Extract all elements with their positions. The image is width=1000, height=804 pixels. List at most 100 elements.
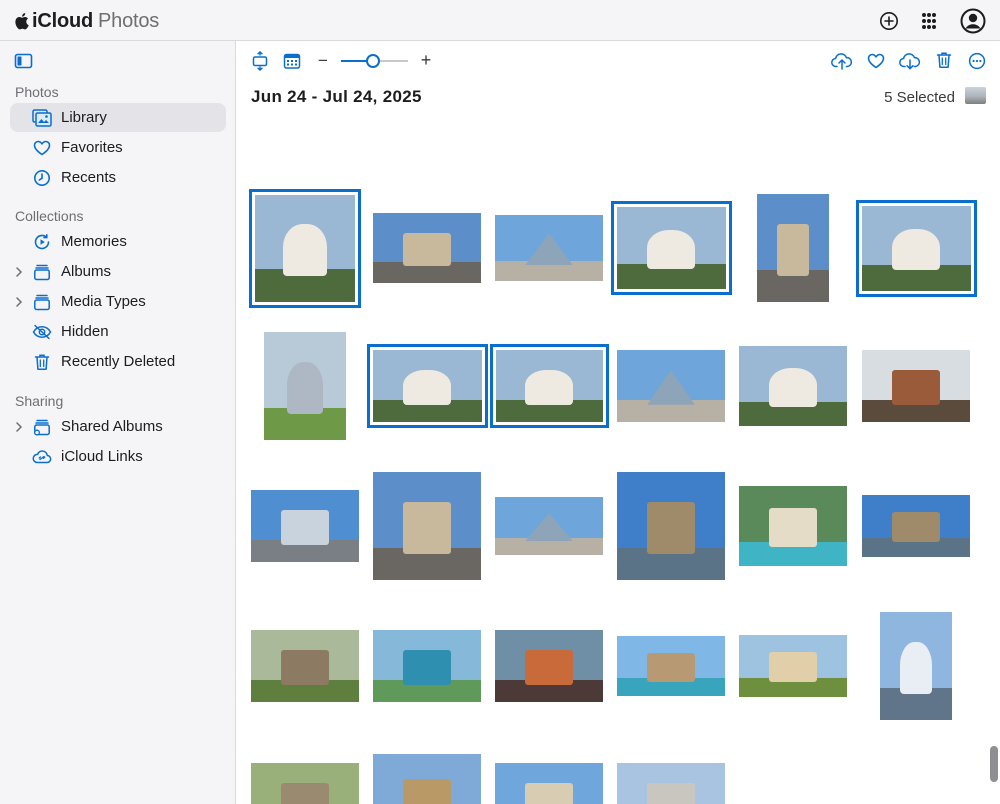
- section-photos-title: Photos: [15, 84, 59, 100]
- aspect-icon: [252, 51, 268, 71]
- chevron-right-icon[interactable]: [14, 265, 24, 277]
- sidebar-item-label: Shared Albums: [61, 418, 163, 435]
- section-sharing-title: Sharing: [15, 393, 64, 409]
- sidebar-item-label: Library: [61, 109, 107, 126]
- photo-thumbnail[interactable]: [373, 754, 481, 804]
- photo-thumbnail[interactable]: [757, 194, 829, 302]
- albums-icon: [32, 262, 52, 282]
- photo-thumbnail[interactable]: [617, 636, 725, 696]
- photo-subject: [283, 224, 327, 276]
- selected-preview-thumbnail[interactable]: [965, 87, 986, 104]
- app-grid-icon: [922, 13, 936, 29]
- app-launcher-button[interactable]: [918, 8, 944, 34]
- photo-subject: [769, 508, 817, 547]
- sidebar-item-media-types[interactable]: Media Types: [10, 287, 226, 316]
- photo-thumbnail[interactable]: [880, 612, 952, 720]
- sidebar-toggle-button[interactable]: [14, 53, 34, 69]
- media-types-icon: [32, 292, 52, 312]
- photo-thumbnail[interactable]: [617, 472, 725, 580]
- photo-thumbnail[interactable]: [373, 472, 481, 580]
- sidebar-item-favorites[interactable]: Favorites: [10, 133, 226, 162]
- sidebar-item-label: Recently Deleted: [61, 353, 176, 370]
- zoom-in-button[interactable]: +: [419, 50, 433, 70]
- library-icon: [32, 108, 52, 128]
- photo-subject: [892, 512, 940, 543]
- photo-subject: [525, 650, 573, 685]
- photo-thumbnail[interactable]: [617, 350, 725, 422]
- photo-thumbnail[interactable]: [264, 332, 346, 440]
- photo-thumbnail[interactable]: [251, 490, 359, 562]
- memories-icon: [32, 232, 52, 252]
- favorite-icon: [867, 53, 885, 69]
- photo-thumbnail[interactable]: [739, 635, 847, 697]
- sidebar-item-icloud-links[interactable]: iCloud Links: [10, 442, 226, 471]
- sidebar-item-label: Recents: [61, 169, 117, 186]
- zoom-slider-thumb[interactable]: [366, 54, 381, 68]
- calendar-button[interactable]: [282, 51, 302, 71]
- photo-subject: [900, 642, 932, 695]
- more-button[interactable]: [967, 51, 987, 71]
- sidebar-item-shared-albums[interactable]: Shared Albums: [10, 412, 226, 441]
- sidebar-item-recents[interactable]: Recents: [10, 163, 226, 192]
- sidebar: Photos Library Favorites Recents Collect…: [0, 41, 236, 804]
- photo-thumbnail[interactable]: [366, 344, 488, 428]
- photo-thumbnail[interactable]: [739, 346, 847, 426]
- photo-thumbnail[interactable]: [739, 486, 847, 566]
- sidebar-item-label: Memories: [61, 233, 127, 250]
- upload-button[interactable]: [830, 51, 854, 71]
- shared-albums-icon: [32, 417, 52, 437]
- photo-thumbnail[interactable]: [617, 763, 725, 804]
- add-button[interactable]: [876, 8, 902, 34]
- photo-subject: [281, 650, 329, 685]
- photo-thumbnail[interactable]: [373, 630, 481, 702]
- account-icon: [960, 8, 986, 34]
- photo-thumbnail[interactable]: [855, 199, 977, 297]
- photo-subject: [647, 652, 695, 682]
- photo-thumbnail[interactable]: [251, 630, 359, 702]
- sidebar-item-recently-deleted[interactable]: Recently Deleted: [10, 347, 226, 376]
- chevron-right-icon[interactable]: [14, 420, 24, 432]
- photo-thumbnail[interactable]: [862, 495, 970, 557]
- photo-subject: [647, 229, 695, 270]
- photo-subject: [403, 232, 451, 267]
- delete-button[interactable]: [934, 50, 954, 70]
- photo-thumbnail[interactable]: [610, 201, 732, 295]
- photo-thumbnail[interactable]: [495, 215, 603, 281]
- upload-icon: [831, 53, 853, 70]
- photo-thumbnail[interactable]: [495, 763, 603, 804]
- sidebar-item-albums[interactable]: Albums: [10, 257, 226, 286]
- chevron-right-icon[interactable]: [14, 295, 24, 307]
- download-button[interactable]: [898, 51, 922, 71]
- photo-subject: [777, 224, 809, 277]
- brand-name: iCloud: [32, 9, 94, 32]
- brand: iCloud Photos: [14, 9, 159, 33]
- photo-subject: [281, 783, 329, 804]
- download-icon: [899, 53, 921, 70]
- account-button[interactable]: [960, 8, 986, 34]
- date-range-title: Jun 24 - Jul 24, 2025: [251, 87, 422, 106]
- aspect-ratio-button[interactable]: [250, 51, 270, 71]
- photo-grid: [236, 144, 1000, 804]
- sidebar-item-library[interactable]: Library: [10, 103, 226, 132]
- main-content: − + Jun 24 - Jul 24, 2025 5 Selected: [236, 41, 1000, 804]
- sidebar-item-label: Favorites: [61, 139, 123, 156]
- calendar-icon: [283, 53, 301, 69]
- sidebar-item-hidden[interactable]: Hidden: [10, 317, 226, 346]
- top-actions: [860, 8, 986, 34]
- photo-thumbnail[interactable]: [249, 188, 361, 308]
- sidebar-item-memories[interactable]: Memories: [10, 227, 226, 256]
- favorite-button[interactable]: [865, 51, 887, 71]
- zoom-out-button[interactable]: −: [316, 51, 330, 71]
- scrollbar-thumb[interactable]: [990, 746, 998, 782]
- photo-subject: [769, 652, 817, 683]
- selected-count: 5 Selected: [884, 89, 955, 106]
- photo-thumbnail[interactable]: [862, 350, 970, 422]
- photo-subject: [286, 362, 324, 415]
- photo-thumbnail[interactable]: [489, 344, 609, 428]
- photo-thumbnail[interactable]: [373, 213, 481, 283]
- photo-thumbnail[interactable]: [495, 497, 603, 555]
- sidebar-item-label: Media Types: [61, 293, 146, 310]
- apple-logo-icon: [15, 13, 29, 30]
- photo-thumbnail[interactable]: [495, 630, 603, 702]
- photo-thumbnail[interactable]: [251, 763, 359, 804]
